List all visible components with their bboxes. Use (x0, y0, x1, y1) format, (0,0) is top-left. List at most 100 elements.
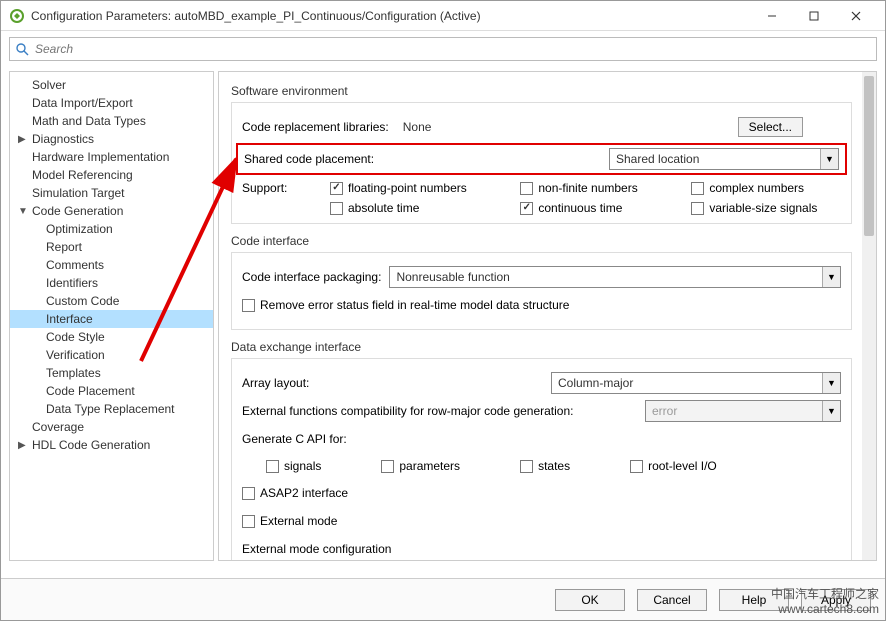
section-title-software-env: Software environment (231, 84, 852, 98)
pkg-dropdown[interactable]: Nonreusable function ▼ (389, 266, 841, 288)
section-software-env: Code replacement libraries: None Select.… (231, 102, 852, 224)
tree-item-code-style[interactable]: Code Style (10, 328, 213, 346)
tree-item-label: Data Type Replacement (46, 402, 175, 416)
api-parameters-checkbox[interactable]: parameters (381, 459, 460, 473)
array-layout-dropdown[interactable]: Column-major ▼ (551, 372, 841, 394)
support-complex-checkbox[interactable]: complex numbers (691, 181, 841, 195)
cancel-button[interactable]: Cancel (637, 589, 707, 611)
support-conttime-checkbox[interactable]: continuous time (520, 201, 661, 215)
search-input[interactable] (35, 42, 870, 56)
tree-item-code-placement[interactable]: Code Placement (10, 382, 213, 400)
tree-item-simulation-target[interactable]: Simulation Target (10, 184, 213, 202)
tree-item-label: Coverage (32, 420, 84, 434)
remove-error-checkbox[interactable]: Remove error status field in real-time m… (242, 298, 569, 312)
gen-api-label: Generate C API for: (242, 432, 347, 446)
arr-value: Column-major (552, 376, 822, 390)
crl-select-button[interactable]: Select... (738, 117, 803, 137)
search-icon (16, 43, 29, 56)
ext-fn-label: External functions compatibility for row… (242, 404, 574, 418)
pkg-label: Code interface packaging: (242, 270, 381, 284)
support-nonfinite-checkbox[interactable]: non-finite numbers (520, 181, 661, 195)
content-scroll: Software environment Code replacement li… (219, 72, 862, 560)
titlebar: Configuration Parameters: autoMBD_exampl… (1, 1, 885, 31)
extmode-cfg-label: External mode configuration (242, 542, 391, 556)
extmode-checkbox[interactable]: External mode (242, 514, 337, 528)
asap2-checkbox[interactable]: ASAP2 interface (242, 486, 348, 500)
content-panel: Software environment Code replacement li… (218, 71, 877, 561)
tree-item-label: Simulation Target (32, 186, 125, 200)
search-row (1, 31, 885, 67)
app-icon (9, 8, 25, 24)
support-varsize-checkbox[interactable]: variable-size signals (691, 201, 841, 215)
ext-fn-dropdown[interactable]: error ▼ (645, 400, 841, 422)
api-root-checkbox[interactable]: root-level I/O (630, 459, 717, 473)
caret-icon: ▼ (18, 206, 28, 217)
arr-label: Array layout: (242, 376, 309, 390)
tree-item-data-import-export[interactable]: Data Import/Export (10, 94, 213, 112)
tree-item-interface[interactable]: Interface (10, 310, 213, 328)
support-fp-checkbox[interactable]: floating-point numbers (330, 181, 490, 195)
dialog-footer: OK Cancel Help Apply (1, 578, 885, 620)
ext-fn-value: error (646, 404, 822, 418)
tree-item-label: Data Import/Export (32, 96, 133, 110)
tree-item-label: Code Generation (32, 204, 123, 218)
minimize-button[interactable] (751, 2, 793, 30)
section-title-data-ex: Data exchange interface (231, 340, 852, 354)
section-data-ex: Array layout: Column-major ▼ External fu… (231, 358, 852, 560)
tree-item-label: Custom Code (46, 294, 119, 308)
maximize-button[interactable] (793, 2, 835, 30)
tree-item-verification[interactable]: Verification (10, 346, 213, 364)
tree-item-label: Code Style (46, 330, 105, 344)
vertical-scrollbar[interactable] (862, 72, 876, 560)
tree-item-label: Model Referencing (32, 168, 133, 182)
tree-item-label: HDL Code Generation (32, 438, 150, 452)
tree-item-label: Comments (46, 258, 104, 272)
shared-code-placement-row: Shared code placement: Shared location ▼ (236, 143, 847, 175)
help-button[interactable]: Help (719, 589, 789, 611)
window-title: Configuration Parameters: autoMBD_exampl… (31, 9, 751, 23)
caret-icon: ▶ (18, 440, 26, 451)
scp-dropdown[interactable]: Shared location ▼ (609, 148, 839, 170)
tree-item-coverage[interactable]: Coverage (10, 418, 213, 436)
tree-item-comments[interactable]: Comments (10, 256, 213, 274)
pkg-value: Nonreusable function (390, 270, 822, 284)
tree-item-report[interactable]: Report (10, 238, 213, 256)
tree-item-math-and-data-types[interactable]: Math and Data Types (10, 112, 213, 130)
search-box[interactable] (9, 37, 877, 61)
tree-item-label: Templates (46, 366, 101, 380)
ok-button[interactable]: OK (555, 589, 625, 611)
caret-icon: ▶ (18, 134, 26, 145)
tree-item-label: Identifiers (46, 276, 98, 290)
tree-item-hdl-code-generation[interactable]: ▶ HDL Code Generation (10, 436, 213, 454)
tree-item-data-type-replacement[interactable]: Data Type Replacement (10, 400, 213, 418)
scrollbar-thumb[interactable] (864, 76, 874, 236)
api-signals-checkbox[interactable]: signals (266, 459, 321, 473)
crl-value: None (403, 120, 432, 134)
tree-item-label: Optimization (46, 222, 113, 236)
tree-item-optimization[interactable]: Optimization (10, 220, 213, 238)
tree-item-custom-code[interactable]: Custom Code (10, 292, 213, 310)
tree-item-model-referencing[interactable]: Model Referencing (10, 166, 213, 184)
section-code-iface: Code interface packaging: Nonreusable fu… (231, 252, 852, 330)
main-area: Solver Data Import/Export Math and Data Ty… (1, 67, 885, 561)
tree-item-templates[interactable]: Templates (10, 364, 213, 382)
chevron-down-icon: ▼ (822, 373, 840, 393)
nav-tree[interactable]: Solver Data Import/Export Math and Data Ty… (9, 71, 214, 561)
tree-item-solver[interactable]: Solver (10, 76, 213, 94)
support-label: Support: (242, 181, 300, 195)
tree-item-label: Report (46, 240, 82, 254)
apply-button[interactable]: Apply (801, 589, 871, 611)
tree-item-hardware-implementation[interactable]: Hardware Implementation (10, 148, 213, 166)
close-button[interactable] (835, 2, 877, 30)
scp-label: Shared code placement: (244, 152, 374, 166)
tree-item-label: Hardware Implementation (32, 150, 169, 164)
api-states-checkbox[interactable]: states (520, 459, 570, 473)
crl-label: Code replacement libraries: (242, 120, 389, 134)
chevron-down-icon: ▼ (820, 149, 838, 169)
tree-item-code-generation[interactable]: ▼ Code Generation (10, 202, 213, 220)
tree-item-diagnostics[interactable]: ▶Diagnostics (10, 130, 213, 148)
support-abstime-checkbox[interactable]: absolute time (330, 201, 490, 215)
section-title-code-iface: Code interface (231, 234, 852, 248)
tree-item-identifiers[interactable]: Identifiers (10, 274, 213, 292)
scp-value: Shared location (610, 152, 820, 166)
